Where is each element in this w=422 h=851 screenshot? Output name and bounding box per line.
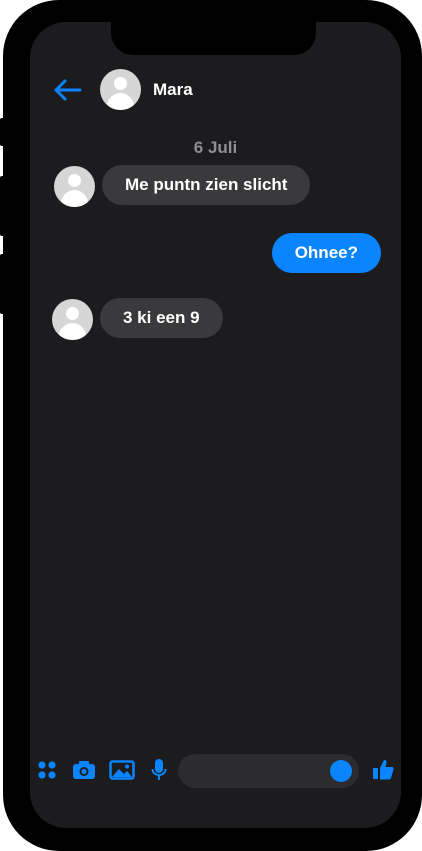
back-arrow-icon[interactable]: [52, 78, 82, 102]
message-input[interactable]: [178, 754, 359, 788]
message-bubble-outgoing[interactable]: Ohnee?: [271, 233, 381, 273]
microphone-icon[interactable]: [151, 758, 167, 782]
camera-icon[interactable]: [72, 760, 96, 780]
volume-down-button: [0, 254, 6, 314]
phone-frame: Mara 6 Juli Me puntn zien slicht Ohnee? …: [3, 0, 422, 851]
message-bubble-incoming[interactable]: Me puntn zien slicht: [102, 165, 311, 205]
notch: [111, 22, 316, 55]
sender-avatar: [54, 166, 95, 207]
side-button: [0, 118, 6, 146]
contact-name[interactable]: Mara: [153, 80, 193, 100]
emoji-icon[interactable]: [330, 760, 352, 782]
contact-avatar[interactable]: [100, 69, 141, 110]
message-composer: [30, 750, 401, 794]
message-bubble-incoming[interactable]: 3 ki een 9: [100, 298, 223, 338]
thumbs-up-icon[interactable]: [372, 758, 394, 780]
date-separator: 6 Juli: [193, 138, 238, 157]
chat-screen: Mara 6 Juli Me puntn zien slicht Ohnee? …: [30, 22, 401, 828]
gallery-icon[interactable]: [109, 760, 135, 780]
apps-icon[interactable]: [37, 760, 57, 780]
sender-avatar: [52, 299, 93, 340]
chat-header: Mara: [30, 66, 401, 114]
volume-up-button: [0, 176, 6, 236]
